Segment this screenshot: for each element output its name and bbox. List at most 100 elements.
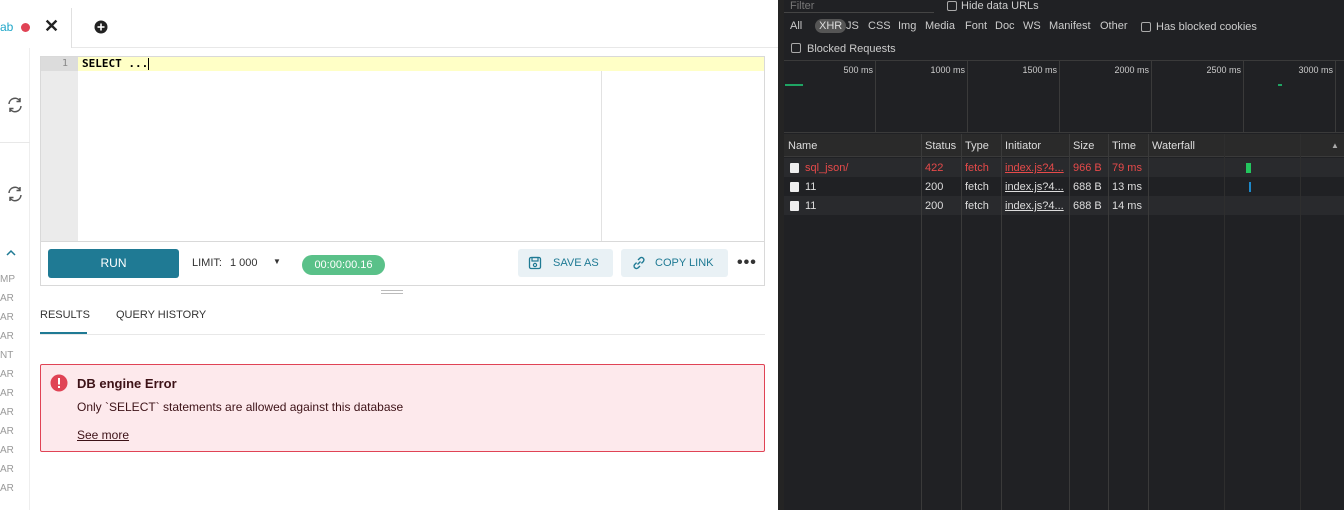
- close-tab-icon[interactable]: ✕: [44, 16, 59, 37]
- overview-gridline: [1335, 61, 1336, 133]
- blocked-requests-checkbox[interactable]: [791, 43, 801, 53]
- column-header-waterfall[interactable]: Waterfall: [1152, 140, 1195, 152]
- filter-doc[interactable]: Doc: [995, 20, 1015, 32]
- overview-request-bar: [785, 84, 803, 86]
- network-overview[interactable]: 500 ms 1000 ms 1500 ms 2000 ms 2500 ms 3000 m…: [784, 60, 1344, 133]
- filter-xhr[interactable]: XHR: [815, 19, 847, 33]
- overview-tick-label: 2500 ms: [1206, 65, 1241, 75]
- waterfall-bar: [1249, 182, 1251, 192]
- link-icon: [633, 256, 645, 270]
- overview-gridline: [1151, 61, 1152, 133]
- has-blocked-cookies-checkbox[interactable]: [1141, 22, 1151, 32]
- waterfall-gridline: [1224, 134, 1225, 510]
- error-message: Only `SELECT` statements are allowed aga…: [77, 400, 404, 414]
- sidebar-divider: [0, 142, 30, 143]
- sql-text: SELECT ...: [82, 57, 149, 70]
- column-header-name[interactable]: Name: [788, 140, 817, 152]
- cell-time: 14 ms: [1112, 200, 1142, 212]
- table-row[interactable]: 11 200 fetch index.js?4... 688 B 14 ms: [784, 196, 1344, 215]
- column-divider: [921, 134, 922, 510]
- copy-link-label: COPY LINK: [655, 257, 714, 269]
- save-icon: [528, 256, 542, 270]
- filter-font[interactable]: Font: [965, 20, 987, 32]
- column-header-status[interactable]: Status: [925, 140, 956, 152]
- filter-other[interactable]: Other: [1100, 20, 1128, 32]
- cell-type: fetch: [965, 200, 989, 212]
- column-divider: [1001, 134, 1002, 510]
- caret-down-icon[interactable]: ▼: [273, 257, 281, 266]
- schema-sidebar: MP AR AR AR NT AR AR AR AR AR AR AR: [0, 48, 30, 510]
- column-type-label: AR: [0, 464, 14, 475]
- cell-size: 688 B: [1073, 181, 1102, 193]
- filter-img[interactable]: Img: [898, 20, 916, 32]
- column-header-initiator[interactable]: Initiator: [1005, 140, 1041, 152]
- tab-results[interactable]: RESULTS: [40, 309, 90, 321]
- cell-type: fetch: [965, 162, 989, 174]
- column-type-label: AR: [0, 445, 14, 456]
- column-header-time[interactable]: Time: [1112, 140, 1136, 152]
- refresh-icon[interactable]: [6, 96, 24, 114]
- overview-gridline: [967, 61, 968, 133]
- run-button[interactable]: RUN: [48, 249, 179, 278]
- overview-tick-label: 1000 ms: [930, 65, 965, 75]
- save-as-label: SAVE AS: [553, 257, 599, 269]
- active-line-highlight: [78, 57, 764, 71]
- overview-tick-label: 1500 ms: [1022, 65, 1057, 75]
- error-alert: DB engine Error Only `SELECT` statements…: [40, 364, 765, 452]
- column-divider: [1148, 134, 1149, 510]
- overview-request-bar: [1278, 84, 1282, 86]
- tab-query-history[interactable]: QUERY HISTORY: [116, 309, 206, 321]
- column-type-label: AR: [0, 426, 14, 437]
- error-icon: [50, 374, 68, 392]
- table-row[interactable]: 11 200 fetch index.js?4... 688 B 13 ms: [784, 177, 1344, 196]
- cell-initiator[interactable]: index.js?4...: [1005, 200, 1067, 212]
- waterfall-bar: [1246, 163, 1251, 173]
- filter-manifest[interactable]: Manifest: [1049, 20, 1091, 32]
- see-more-link[interactable]: See more: [77, 428, 129, 442]
- cell-status: 200: [925, 200, 944, 212]
- overview-gridline: [1059, 61, 1060, 133]
- overview-gridline: [875, 61, 876, 133]
- filter-css[interactable]: CSS: [868, 20, 891, 32]
- editor-code[interactable]: SELECT ...: [82, 57, 150, 71]
- document-icon: [790, 201, 799, 211]
- hide-data-urls-checkbox[interactable]: [947, 1, 957, 11]
- query-timer: 00:00:00.16: [302, 255, 385, 275]
- filter-ws[interactable]: WS: [1023, 20, 1041, 32]
- chevron-up-icon[interactable]: [4, 246, 18, 260]
- cell-status: 422: [925, 162, 944, 174]
- table-row[interactable]: sql_json/422 fetch index.js?4... 966 B 79 ms: [784, 158, 1344, 177]
- overview-gridline: [1243, 61, 1244, 133]
- blocked-requests-label: Blocked Requests: [807, 43, 896, 55]
- column-type-label: NT: [0, 350, 14, 361]
- column-type-label: AR: [0, 293, 14, 304]
- query-toolbar: RUN LIMIT: 1 000 ▼ 00:00:00.16 SAVE AS C…: [40, 242, 765, 286]
- query-tab[interactable]: ab ✕: [0, 8, 72, 48]
- refresh-icon[interactable]: [6, 185, 24, 203]
- filter-all[interactable]: All: [790, 20, 802, 32]
- add-tab-icon[interactable]: [93, 19, 109, 35]
- has-blocked-cookies-label: Has blocked cookies: [1156, 21, 1257, 33]
- overview-tick-label: 3000 ms: [1298, 65, 1333, 75]
- save-as-button[interactable]: SAVE AS: [518, 249, 613, 277]
- overview-tick-label: 500 ms: [843, 65, 873, 75]
- network-filter-input[interactable]: [784, 0, 934, 13]
- cell-status: 200: [925, 181, 944, 193]
- sort-ascending-icon[interactable]: ▲: [1331, 141, 1339, 150]
- cell-initiator[interactable]: index.js?4...: [1005, 181, 1067, 193]
- column-divider: [1069, 134, 1070, 510]
- limit-dropdown[interactable]: 1 000: [230, 257, 258, 269]
- sql-editor[interactable]: 1 SELECT ...: [40, 56, 765, 242]
- copy-link-button[interactable]: COPY LINK: [621, 249, 728, 277]
- filter-js[interactable]: JS: [846, 20, 859, 32]
- column-header-size[interactable]: Size: [1073, 140, 1094, 152]
- document-icon: [790, 182, 799, 192]
- cell-time: 79 ms: [1112, 162, 1142, 174]
- more-options-icon[interactable]: •••: [737, 254, 757, 272]
- column-header-type[interactable]: Type: [965, 140, 989, 152]
- column-type-label: AR: [0, 312, 14, 323]
- resize-handle[interactable]: [381, 290, 403, 296]
- results-tabs: RESULTS QUERY HISTORY: [40, 303, 765, 335]
- filter-media[interactable]: Media: [925, 20, 955, 32]
- cell-initiator[interactable]: index.js?4...: [1005, 162, 1067, 174]
